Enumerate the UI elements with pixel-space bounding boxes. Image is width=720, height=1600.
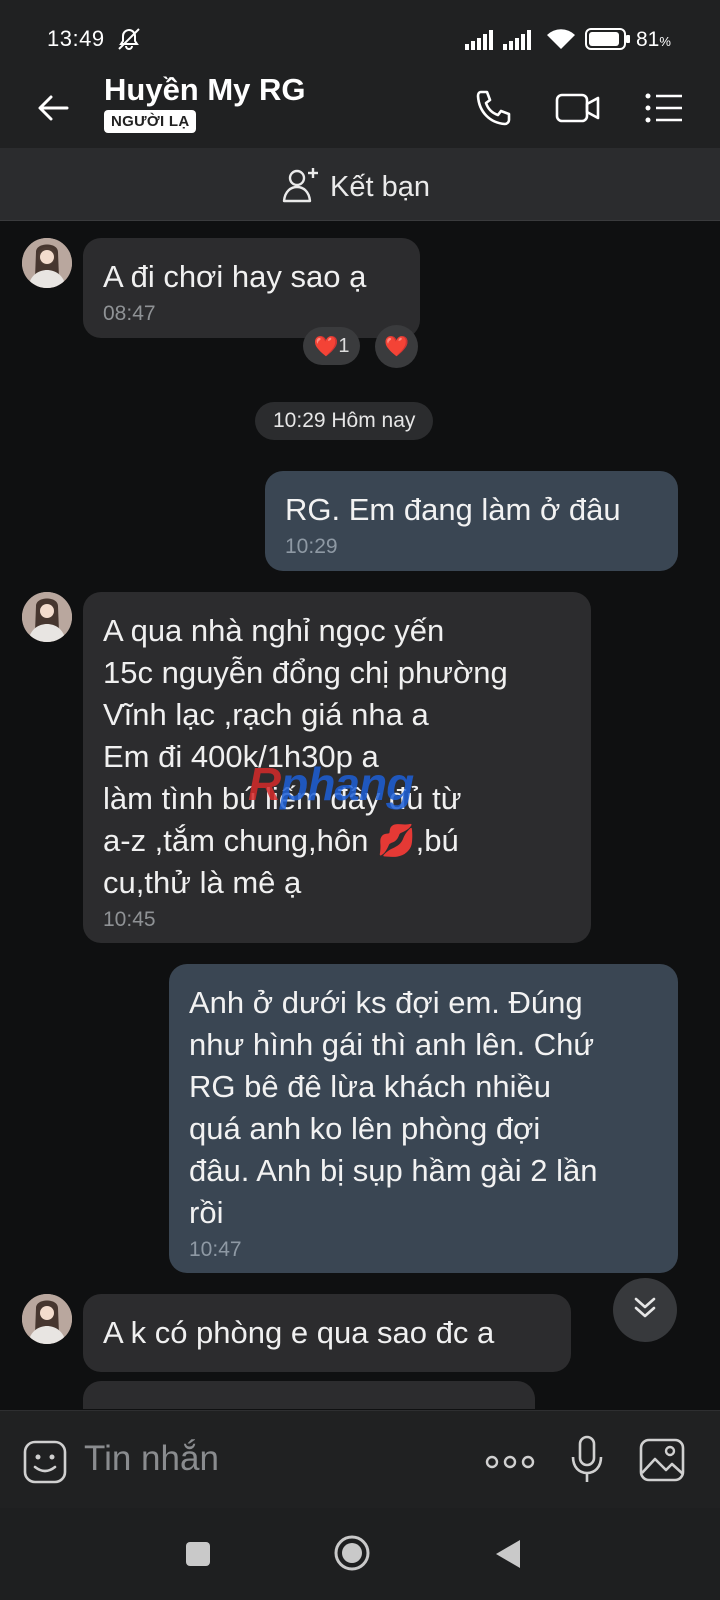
do-not-disturb-icon (116, 27, 142, 57)
contact-name[interactable]: Huyền My RG (104, 72, 306, 108)
contact-avatar[interactable] (22, 1294, 72, 1344)
battery-icon (585, 28, 631, 56)
watermark-part2: phang (280, 758, 414, 810)
add-friend-bar[interactable]: Kết bạn (0, 148, 720, 221)
message-text: A k có phòng e qua sao đc a (103, 1315, 495, 1350)
message-bubble-outgoing[interactable]: Anh ở dưới ks đợi em. Đúng như hình gái … (169, 964, 678, 1273)
add-friend-label: Kết bạn (330, 171, 430, 203)
signal-icon (465, 30, 499, 56)
back-arrow-icon[interactable] (33, 88, 73, 128)
watermark-logo: Rphang (248, 757, 414, 811)
microphone-icon[interactable] (570, 1435, 604, 1490)
watermark-part1: R (248, 758, 281, 810)
reaction-count: 1 (338, 334, 350, 357)
stranger-badge: NGƯỜI LẠ (104, 110, 197, 133)
message-bubble-incoming[interactable]: A k có phòng e qua sao đc a (83, 1294, 571, 1372)
system-navigation-bar (0, 1508, 720, 1600)
contact-avatar[interactable] (22, 592, 72, 642)
battery-percent: 81 (636, 28, 660, 51)
video-call-icon[interactable] (554, 86, 602, 135)
signal-icon-2 (503, 30, 537, 56)
status-time: 13:49 (47, 26, 105, 51)
more-options-icon[interactable] (484, 1453, 536, 1476)
add-friend-icon (282, 166, 320, 209)
image-gallery-icon[interactable] (638, 1437, 686, 1488)
back-nav-icon[interactable] (494, 1538, 522, 1575)
wifi-icon (545, 27, 577, 57)
message-time: 08:47 (103, 302, 156, 325)
date-separator: 10:29 Hôm nay (255, 402, 434, 440)
message-composer: Tin nhắn (0, 1410, 720, 1509)
message-bubble-incoming-partial[interactable] (83, 1381, 535, 1409)
contact-avatar[interactable] (22, 238, 72, 288)
emoji-icon[interactable] (22, 1439, 68, 1490)
heart-icon: ❤️ (313, 335, 339, 358)
chat-header: Huyền My RG NGƯỜI LẠ (0, 70, 720, 148)
reaction-count-chip[interactable]: ❤️ 1 (303, 327, 360, 365)
battery-unit: % (659, 34, 671, 49)
home-icon[interactable] (333, 1534, 371, 1577)
message-time: 10:47 (189, 1238, 242, 1261)
add-reaction-button[interactable]: ❤️ (375, 325, 418, 368)
message-time: 10:45 (103, 908, 156, 931)
double-chevron-down-icon (631, 1294, 659, 1327)
recent-apps-icon[interactable] (184, 1540, 212, 1573)
status-bar: 13:49 81% (0, 0, 720, 70)
message-text: Anh ở dưới ks đợi em. Đúng như hình gái … (189, 985, 598, 1230)
battery-level: 81% (636, 28, 671, 52)
menu-list-icon[interactable] (643, 86, 685, 135)
message-list[interactable]: A đi chơi hay sao ạ 08:47 ❤️ 1 ❤️ 10:29 H… (0, 221, 720, 1409)
message-input[interactable]: Tin nhắn (84, 1439, 219, 1479)
phone-call-icon[interactable] (472, 86, 512, 135)
heart-icon: ❤️ (384, 336, 409, 358)
message-bubble-incoming[interactable]: A đi chơi hay sao ạ 08:47 (83, 238, 420, 338)
message-text: RG. Em đang làm ở đâu (285, 492, 621, 527)
message-text: A đi chơi hay sao ạ (103, 259, 367, 294)
message-bubble-outgoing[interactable]: RG. Em đang làm ở đâu 10:29 (265, 471, 678, 571)
scroll-to-bottom-button[interactable] (613, 1278, 677, 1342)
message-time: 10:29 (285, 535, 338, 558)
